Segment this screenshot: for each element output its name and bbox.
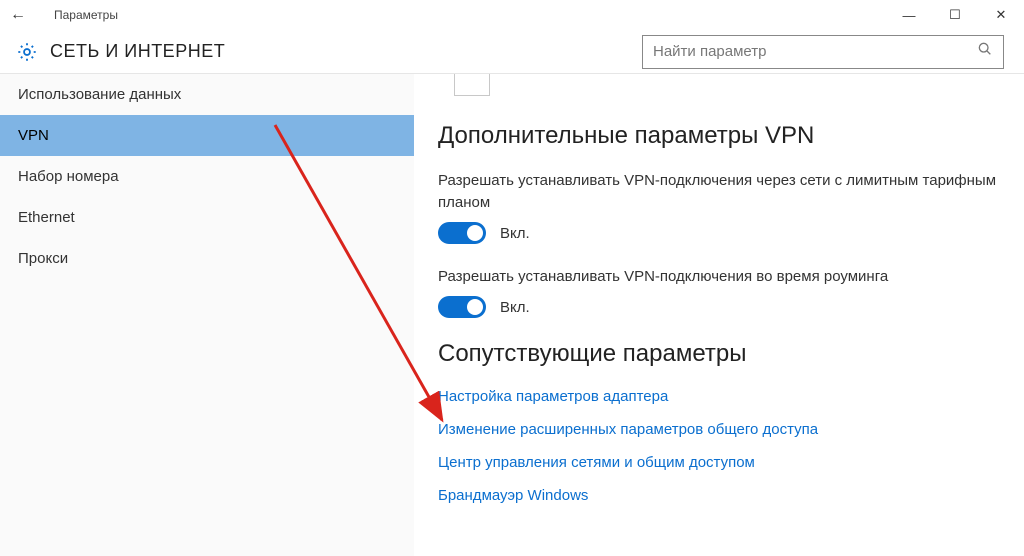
related-heading: Сопутствующие параметры — [438, 340, 1008, 368]
content: Дополнительные параметры VPN Разрешать у… — [414, 74, 1024, 556]
gear-icon[interactable] — [10, 41, 44, 63]
search-icon — [977, 41, 993, 62]
toggle-metered-state: Вкл. — [500, 225, 530, 242]
setting-metered-label: Разрешать устанавливать VPN-подключения … — [438, 170, 1008, 214]
link-windows-firewall[interactable]: Брандмауэр Windows — [438, 487, 1008, 504]
toggle-metered[interactable] — [438, 222, 486, 244]
scroll-stub — [454, 74, 490, 96]
maximize-button[interactable]: ☐ — [932, 0, 978, 30]
sidebar-item-data-usage[interactable]: Использование данных — [0, 74, 414, 115]
setting-metered: Разрешать устанавливать VPN-подключения … — [438, 170, 1008, 244]
link-network-control[interactable]: Центр управления сетями и общим доступом — [438, 454, 1008, 471]
window-controls: — ☐ ✕ — [886, 0, 1024, 30]
header: СЕТЬ И ИНТЕРНЕТ — [0, 30, 1024, 74]
setting-roaming-label: Разрешать устанавливать VPN-подключения … — [438, 266, 1008, 288]
sidebar-item-proxy[interactable]: Прокси — [0, 238, 414, 279]
close-button[interactable]: ✕ — [978, 0, 1024, 30]
titlebar: ← Параметры — [0, 0, 1024, 30]
toggle-roaming-state: Вкл. — [500, 299, 530, 316]
search-box[interactable] — [642, 35, 1004, 69]
minimize-button[interactable]: — — [886, 0, 932, 30]
search-input[interactable] — [653, 36, 993, 68]
link-adapter-settings[interactable]: Настройка параметров адаптера — [438, 388, 1008, 405]
setting-roaming: Разрешать устанавливать VPN-подключения … — [438, 266, 1008, 318]
sidebar: Использование данных VPN Набор номера Et… — [0, 74, 414, 556]
toggle-roaming[interactable] — [438, 296, 486, 318]
advanced-vpn-heading: Дополнительные параметры VPN — [438, 122, 1008, 150]
section-title: СЕТЬ И ИНТЕРНЕТ — [44, 41, 642, 62]
link-advanced-sharing[interactable]: Изменение расширенных параметров общего … — [438, 421, 1008, 438]
related-section: Сопутствующие параметры Настройка параме… — [438, 340, 1008, 504]
sidebar-item-ethernet[interactable]: Ethernet — [0, 197, 414, 238]
sidebar-item-dialup[interactable]: Набор номера — [0, 156, 414, 197]
sidebar-item-vpn[interactable]: VPN — [0, 115, 414, 156]
window-title: Параметры — [34, 8, 118, 22]
back-button[interactable]: ← — [10, 6, 34, 24]
